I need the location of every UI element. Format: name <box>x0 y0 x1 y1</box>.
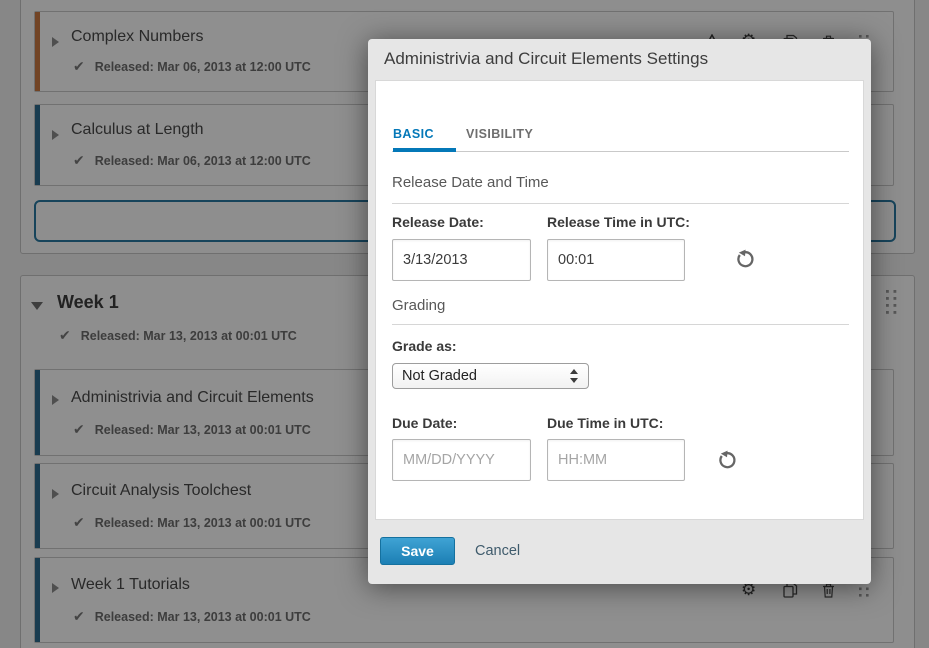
tab-visibility[interactable]: VISIBILITY <box>466 127 533 141</box>
release-time-input[interactable] <box>547 239 685 281</box>
grade-select-value: Not Graded <box>402 368 477 384</box>
release-date-label: Release Date: <box>392 214 484 230</box>
due-time-input[interactable] <box>547 439 685 481</box>
release-date-input[interactable] <box>392 239 531 281</box>
settings-modal: Administrivia and Circuit Elements Setti… <box>368 39 871 584</box>
grade-select[interactable]: Not Graded <box>392 363 589 389</box>
due-date-input[interactable] <box>392 439 531 481</box>
modal-body: BASIC VISIBILITY Release Date and Time R… <box>375 80 864 520</box>
grade-as-label: Grade as: <box>392 338 457 354</box>
due-date-label: Due Date: <box>392 415 457 431</box>
modal-title: Administrivia and Circuit Elements Setti… <box>384 49 708 69</box>
divider <box>392 324 849 325</box>
tab-divider <box>392 151 849 152</box>
divider <box>392 203 849 204</box>
reset-release-icon[interactable] <box>734 249 756 271</box>
reset-due-icon[interactable] <box>716 450 738 472</box>
due-time-label: Due Time in UTC: <box>547 415 663 431</box>
cancel-link[interactable]: Cancel <box>475 537 520 565</box>
tab-basic[interactable]: BASIC <box>393 127 434 141</box>
active-tab-underline <box>393 148 456 152</box>
save-button[interactable]: Save <box>380 537 455 565</box>
grading-section-heading: Grading <box>392 297 445 314</box>
release-time-label: Release Time in UTC: <box>547 214 690 230</box>
select-spinner-icon <box>570 368 579 384</box>
release-section-heading: Release Date and Time <box>392 174 549 191</box>
